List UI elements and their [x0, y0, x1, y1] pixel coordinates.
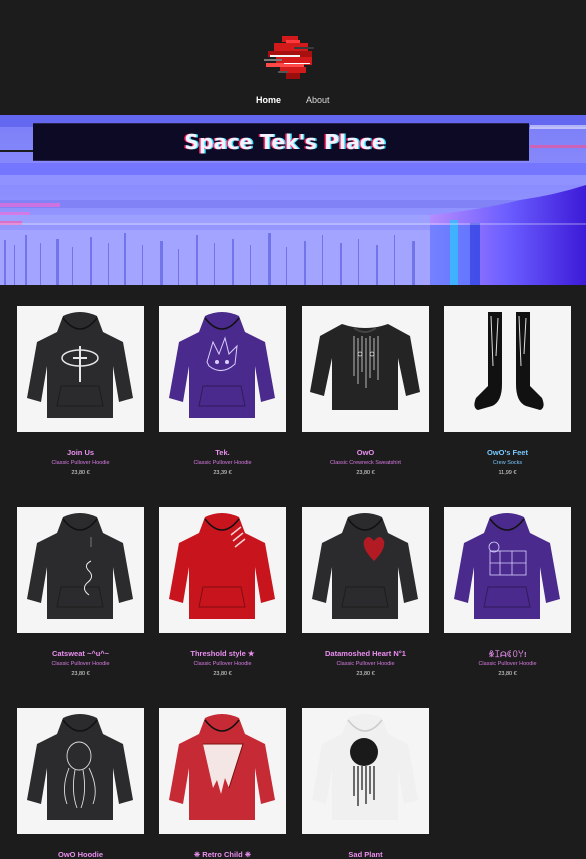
- product-type: Classic Pullover Hoodie: [51, 661, 110, 667]
- nav-about-link[interactable]: About: [306, 94, 330, 106]
- product-name[interactable]: Datamoshed Heart N°1: [302, 649, 429, 658]
- product-price: 23,80 €: [356, 671, 375, 677]
- product-image[interactable]: [444, 507, 571, 633]
- product-type: Classic Pullover Hoodie: [51, 460, 110, 466]
- glitch-art-icon: [454, 513, 560, 619]
- product-name[interactable]: ꆜꀤᗩꀯꄲꌩ!: [444, 649, 571, 660]
- product-name[interactable]: Join Us: [17, 448, 144, 457]
- plant-drip-icon: [312, 714, 418, 820]
- product-type: Classic Pullover Hoodie: [336, 661, 395, 667]
- product-card[interactable]: Datamoshed Heart N°1 Classic Pullover Hoo…: [302, 507, 429, 677]
- product-name[interactable]: Threshold style ★: [159, 649, 286, 658]
- squiggle-icon: [27, 513, 133, 619]
- product-image[interactable]: [17, 708, 144, 834]
- product-image[interactable]: [17, 507, 144, 633]
- product-type: Classic Pullover Hoodie: [193, 661, 252, 667]
- drip-face-icon: [310, 324, 420, 410]
- product-name[interactable]: ❈ Retro Child ❈: [159, 850, 286, 859]
- product-type: Classic Pullover Hoodie: [193, 460, 252, 466]
- nav-home-link[interactable]: Home: [256, 94, 281, 106]
- eye-cross-icon: [27, 312, 133, 418]
- product-card[interactable]: OwO Hoodie: [17, 708, 144, 859]
- product-image[interactable]: [159, 708, 286, 834]
- product-card[interactable]: Sad Plant: [302, 708, 429, 859]
- octopus-icon: [27, 714, 133, 820]
- main-nav: Home About: [0, 94, 586, 108]
- anime-face-icon: [169, 312, 275, 418]
- product-type: Classic Crewneck Sweatshirt: [330, 460, 401, 466]
- socks-icon: [474, 312, 544, 410]
- product-image[interactable]: [302, 507, 429, 633]
- product-image[interactable]: [302, 306, 429, 432]
- site-header: Home About: [0, 0, 586, 115]
- product-image[interactable]: [444, 306, 571, 432]
- product-card[interactable]: Catsweat ~^u^~ Classic Pullover Hoodie 23,…: [17, 507, 144, 677]
- heart-logo-icon[interactable]: [264, 33, 320, 83]
- slash-icon: [169, 513, 275, 619]
- product-image[interactable]: [159, 507, 286, 633]
- product-name[interactable]: OwO's Feet: [444, 448, 571, 457]
- product-image[interactable]: [17, 306, 144, 432]
- page-title: Space Tek's Place: [184, 130, 386, 154]
- product-type: Classic Pullover Hoodie: [478, 661, 537, 667]
- product-name[interactable]: Catsweat ~^u^~: [17, 649, 144, 658]
- product-card[interactable]: ❈ Retro Child ❈: [159, 708, 286, 859]
- product-price: 23,80 €: [71, 671, 90, 677]
- product-card[interactable]: Tek. Classic Pullover Hoodie 23,39 €: [159, 306, 286, 476]
- product-card[interactable]: ꆜꀤᗩꀯꄲꌩ! Classic Pullover Hoodie 23,80 €: [444, 507, 571, 677]
- product-card[interactable]: OwO's Feet Crew Socks 11,99 €: [444, 306, 571, 476]
- product-name[interactable]: OwO Hoodie: [17, 850, 144, 859]
- product-price: 11,99 €: [498, 470, 517, 476]
- product-name[interactable]: Tek.: [159, 448, 286, 457]
- product-image[interactable]: [302, 708, 429, 834]
- product-type: Crew Socks: [492, 460, 523, 466]
- product-grid: Join Us Classic Pullover Hoodie 23,80 € Te…: [0, 285, 586, 859]
- product-price: 23,80 €: [356, 470, 375, 476]
- product-name[interactable]: OwO: [302, 448, 429, 457]
- product-price: 23,80 €: [213, 671, 232, 677]
- product-price: 23,80 €: [498, 671, 517, 677]
- product-card[interactable]: OwO Classic Crewneck Sweatshirt 23,80 €: [302, 306, 429, 476]
- product-card[interactable]: Threshold style ★ Classic Pullover Hoodie…: [159, 507, 286, 677]
- heart-icon: [312, 513, 418, 619]
- triangle-drip-icon: [169, 714, 275, 820]
- product-price: 23,80 €: [71, 470, 90, 476]
- product-name[interactable]: Sad Plant: [302, 850, 429, 859]
- product-card[interactable]: Join Us Classic Pullover Hoodie 23,80 €: [17, 306, 144, 476]
- product-image[interactable]: [159, 306, 286, 432]
- product-price: 23,39 €: [213, 470, 232, 476]
